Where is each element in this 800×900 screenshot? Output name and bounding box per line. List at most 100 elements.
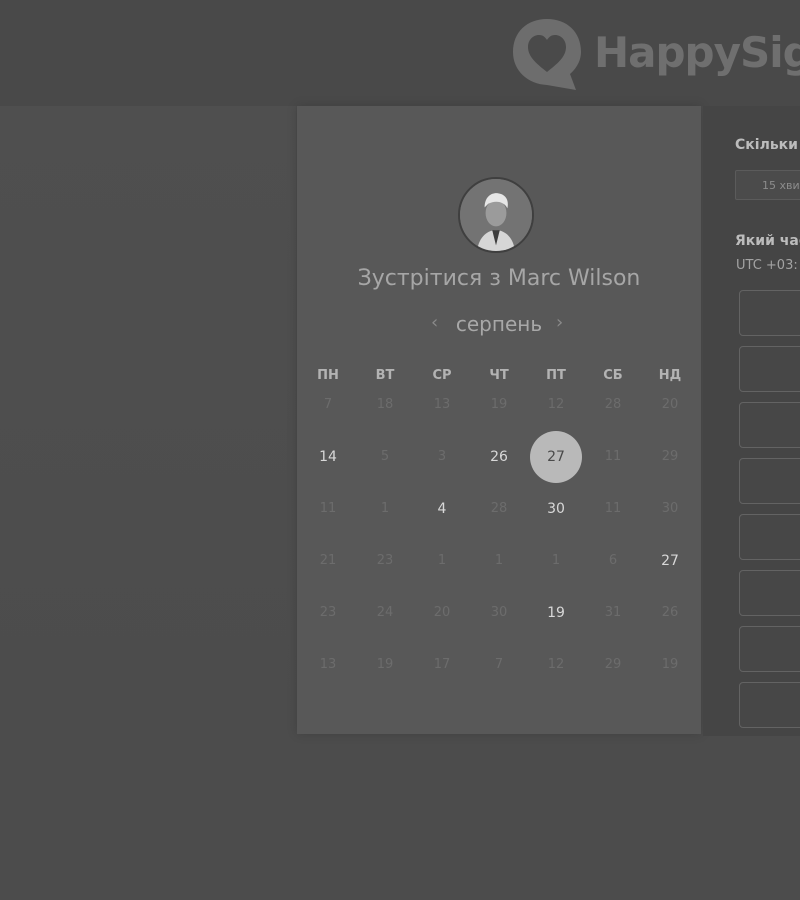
day-number: 24	[376, 605, 394, 620]
chevron-right-icon: ›	[556, 312, 564, 333]
time-label: Який час	[735, 233, 800, 249]
time-slot-button[interactable]	[739, 402, 800, 448]
brand-logo: HappySig	[510, 16, 800, 92]
calendar-day: 5	[356, 444, 414, 470]
calendar-day: 28	[584, 392, 642, 418]
timezone-label: UTC +03:	[736, 258, 798, 273]
calendar-day: 11	[299, 496, 357, 522]
time-slot-button[interactable]	[739, 514, 800, 560]
day-number: 28	[490, 501, 508, 516]
day-number: 14	[319, 449, 337, 465]
calendar-day: 13	[299, 652, 357, 678]
month-label: серпень	[455, 312, 543, 336]
calendar-day: 13	[413, 392, 471, 418]
calendar-day: 26	[641, 600, 699, 626]
time-slot-button[interactable]	[739, 682, 800, 728]
weekday-fri: ПТ	[546, 368, 566, 383]
day-number: 30	[661, 501, 679, 516]
day-grid: 7 18 13 19 12 28 20 14 5 3 26 27 11 29 11 1 4 28 30 11 30 21 2…	[299, 386, 701, 686]
calendar-day[interactable]: 19	[527, 600, 585, 626]
calendar-day: 1	[527, 548, 585, 574]
time-selection-panel: Скільки 15 хви Який час UTC +03:	[703, 106, 800, 736]
calendar-day: 24	[356, 600, 414, 626]
calendar-day[interactable]: 14	[299, 444, 357, 470]
day-number: 13	[319, 657, 337, 672]
time-slot-button[interactable]	[739, 626, 800, 672]
day-number: 23	[319, 605, 337, 620]
calendar-day: 11	[584, 444, 642, 470]
day-number: 11	[604, 449, 622, 464]
day-number: 17	[433, 657, 451, 672]
calendar-day: 31	[584, 600, 642, 626]
duration-select[interactable]: 15 хви	[735, 170, 800, 200]
time-slot-button[interactable]	[739, 346, 800, 392]
day-number: 1	[494, 553, 504, 568]
calendar-day: 11	[584, 496, 642, 522]
calendar-day: 30	[641, 496, 699, 522]
day-number: 4	[437, 501, 447, 517]
time-slot-button[interactable]	[739, 290, 800, 336]
calendar-day: 17	[413, 652, 471, 678]
weekday-sun: НД	[658, 368, 682, 383]
day-number: 5	[380, 449, 390, 464]
day-number: 1	[551, 553, 561, 568]
selected-day[interactable]: 27	[527, 431, 585, 483]
day-number: 1	[437, 553, 447, 568]
chevron-left-icon: ‹	[431, 312, 439, 333]
duration-label: Скільки	[735, 137, 798, 153]
calendar-day: 23	[356, 548, 414, 574]
day-number: 12	[547, 397, 565, 412]
calendar-day[interactable]: 4	[413, 496, 471, 522]
calendar-day: 19	[470, 392, 528, 418]
calendar-day: 1	[413, 548, 471, 574]
calendar-day[interactable]: 27	[641, 548, 699, 574]
calendar-day: 6	[584, 548, 642, 574]
calendar-day: 30	[470, 600, 528, 626]
day-number: 18	[376, 397, 394, 412]
prev-month-button[interactable]: ‹	[431, 312, 438, 333]
day-number: 19	[661, 657, 679, 672]
calendar-day: 12	[527, 392, 585, 418]
calendar-day: 28	[470, 496, 528, 522]
calendar-card: Зустрітися з Marc Wilson ‹ серпень › ПН …	[297, 106, 701, 734]
weekday-sat: СБ	[603, 368, 623, 383]
day-number: 19	[547, 605, 565, 621]
duration-value: 15 хви	[762, 179, 800, 192]
calendar-day[interactable]: 30	[527, 496, 585, 522]
day-number: 26	[661, 605, 679, 620]
day-number: 27	[547, 449, 565, 465]
calendar-day: 20	[413, 600, 471, 626]
calendar-day: 7	[299, 392, 357, 418]
meeting-title: Зустрітися з Marc Wilson	[357, 266, 641, 291]
day-number: 23	[376, 553, 394, 568]
day-number: 29	[661, 449, 679, 464]
time-slot-button[interactable]	[739, 458, 800, 504]
time-slot-button[interactable]	[739, 570, 800, 616]
calendar-day: 1	[356, 496, 414, 522]
day-number: 7	[323, 397, 333, 412]
brand-name: HappySig	[594, 28, 800, 77]
day-number: 30	[490, 605, 508, 620]
day-number: 19	[376, 657, 394, 672]
next-month-button[interactable]: ›	[556, 312, 563, 333]
day-number: 20	[661, 397, 679, 412]
calendar-day[interactable]: 26	[470, 444, 528, 470]
calendar-day: 20	[641, 392, 699, 418]
calendar-day: 18	[356, 392, 414, 418]
calendar-day: 1	[470, 548, 528, 574]
day-number: 28	[604, 397, 622, 412]
calendar-day: 21	[299, 548, 357, 574]
month-navigator: ‹ серпень ›	[297, 312, 701, 338]
day-number: 13	[433, 397, 451, 412]
page: HappySig Зустрітися з Marc Wilson ‹ серп…	[0, 0, 800, 900]
calendar-day: 23	[299, 600, 357, 626]
speech-heart-icon	[513, 19, 581, 90]
weekday-thu: ЧТ	[489, 368, 509, 383]
day-number: 20	[433, 605, 451, 620]
avatar	[458, 177, 534, 253]
backdrop	[0, 106, 296, 746]
weekday-mon: ПН	[317, 368, 339, 383]
calendar-day: 19	[356, 652, 414, 678]
weekday-header: ПН ВТ СР ЧТ ПТ СБ НД	[299, 368, 701, 386]
calendar-day: 3	[413, 444, 471, 470]
